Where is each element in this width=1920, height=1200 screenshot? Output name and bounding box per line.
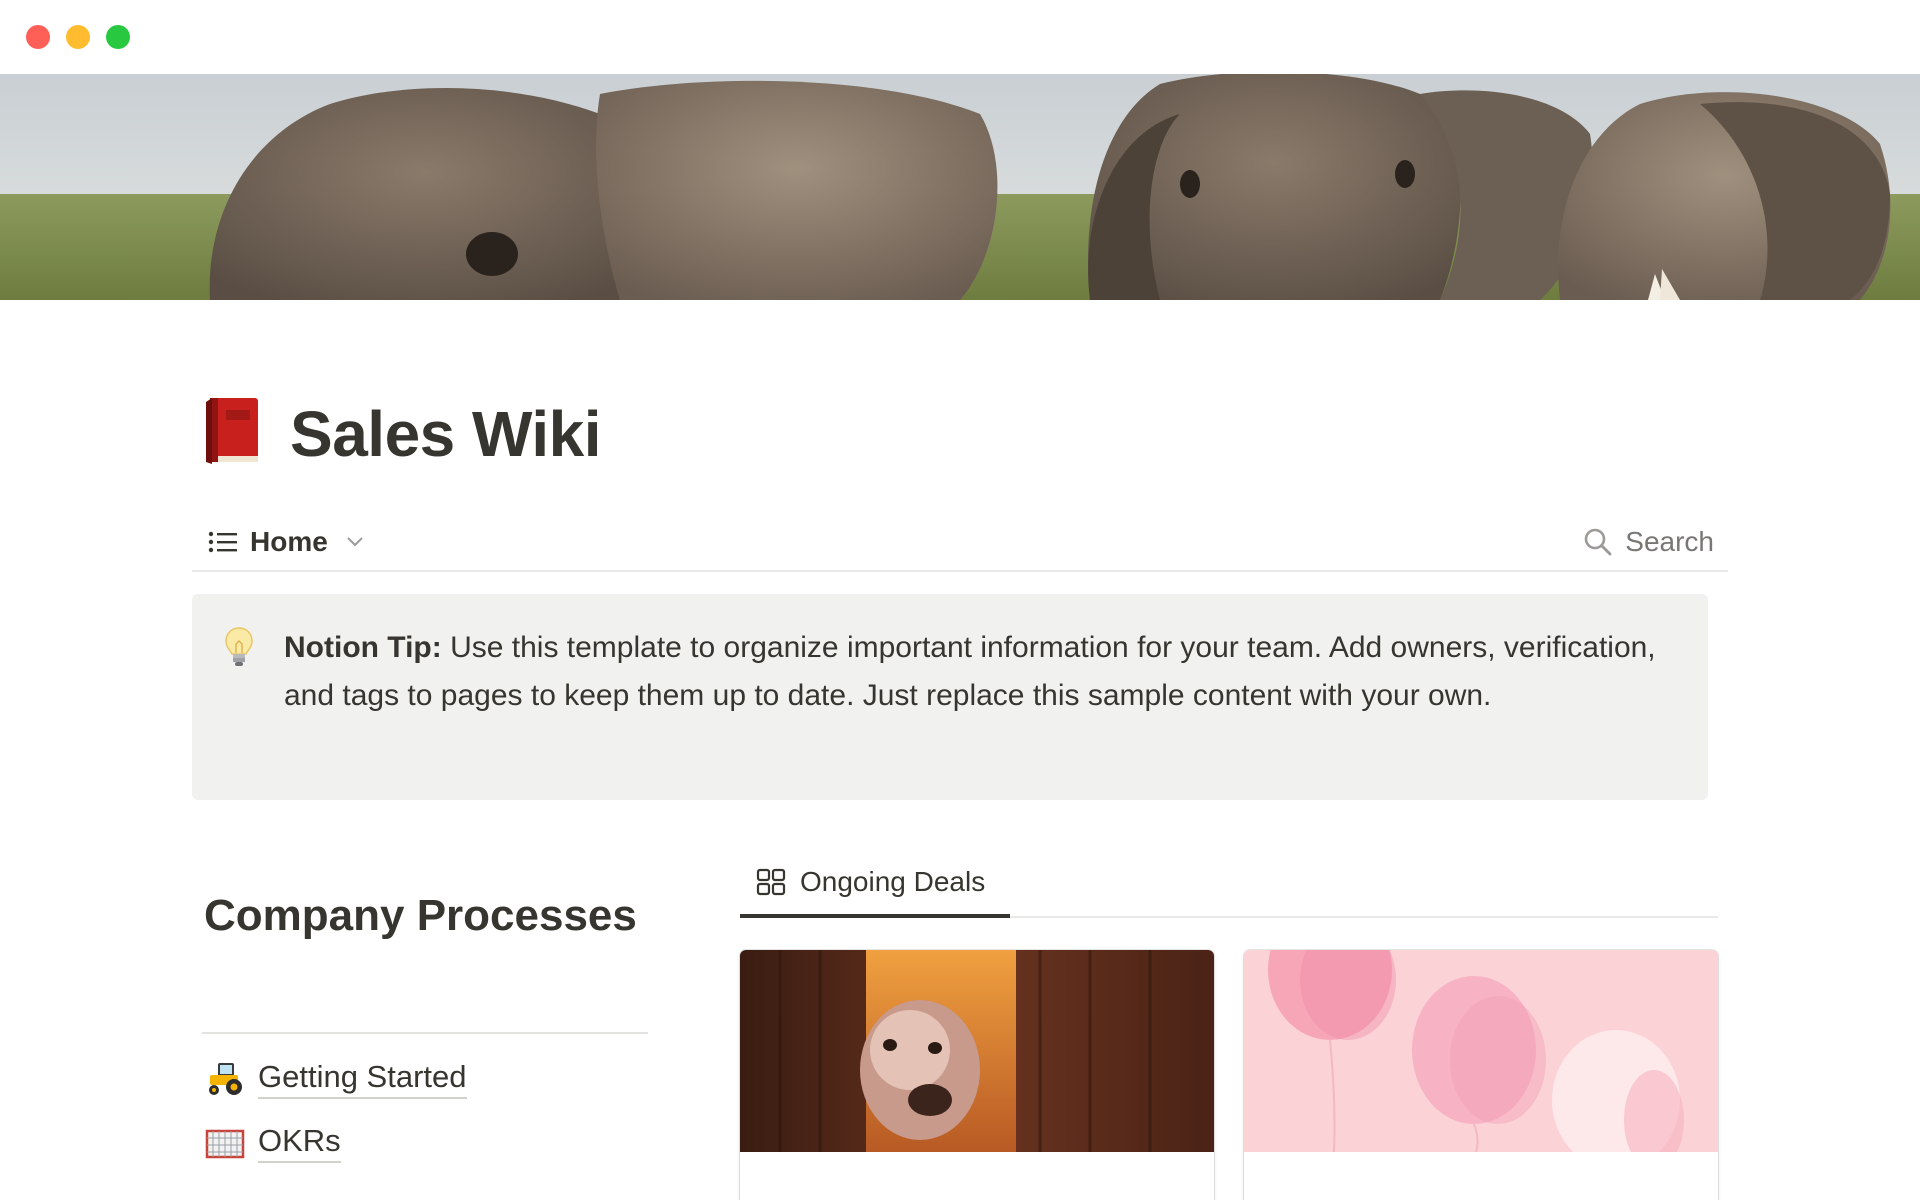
deal-card[interactable] (740, 950, 1214, 1200)
link-label: OKRs (258, 1121, 341, 1163)
tab-ongoing-deals[interactable]: Ongoing Deals (740, 850, 1010, 918)
dog-peeking-image (740, 950, 1214, 1200)
minimize-window-button[interactable] (66, 25, 90, 49)
search-button[interactable]: Search (1583, 522, 1714, 562)
view-switcher-button[interactable]: Home (208, 522, 364, 562)
callout-text: Notion Tip: Use this template to organiz… (284, 624, 1664, 720)
deal-card[interactable] (1244, 950, 1718, 1200)
gallery-icon (756, 868, 786, 896)
chevron-down-icon (347, 537, 363, 547)
view-bar: Home Search (192, 512, 1728, 572)
search-label: Search (1625, 526, 1714, 557)
notion-tip-callout[interactable]: Notion Tip: Use this template to organiz… (192, 594, 1708, 800)
lightbulb-icon (225, 627, 253, 666)
deals-view-tabs: Ongoing Deals (740, 850, 1718, 918)
link-label: Getting Started (258, 1057, 467, 1099)
list-icon (208, 531, 237, 553)
callout-label: Notion Tip: (284, 631, 442, 664)
elephants-cover-image (0, 74, 1920, 300)
pink-balloons-image (1244, 950, 1718, 1200)
section-heading: Company Processes (204, 891, 637, 940)
page-title[interactable]: Sales Wiki (290, 396, 602, 472)
page-cover-image[interactable] (0, 74, 1920, 300)
callout-body: Use this template to organize important … (284, 631, 1656, 712)
goal-net-icon (205, 1129, 245, 1159)
link-okrs[interactable]: OKRs (204, 1121, 341, 1163)
tractor-icon (209, 1063, 242, 1095)
company-processes-section: Company Processes Getting Started OKRs (202, 885, 648, 1163)
zoom-window-button[interactable] (106, 25, 130, 49)
link-getting-started[interactable]: Getting Started (204, 1057, 467, 1099)
tab-label: Ongoing Deals (800, 866, 986, 897)
window-titlebar (0, 0, 1920, 74)
section-divider (202, 1032, 648, 1034)
search-icon (1584, 528, 1612, 556)
red-book-icon[interactable] (204, 396, 262, 466)
view-label: Home (250, 526, 328, 557)
close-window-button[interactable] (26, 25, 50, 49)
